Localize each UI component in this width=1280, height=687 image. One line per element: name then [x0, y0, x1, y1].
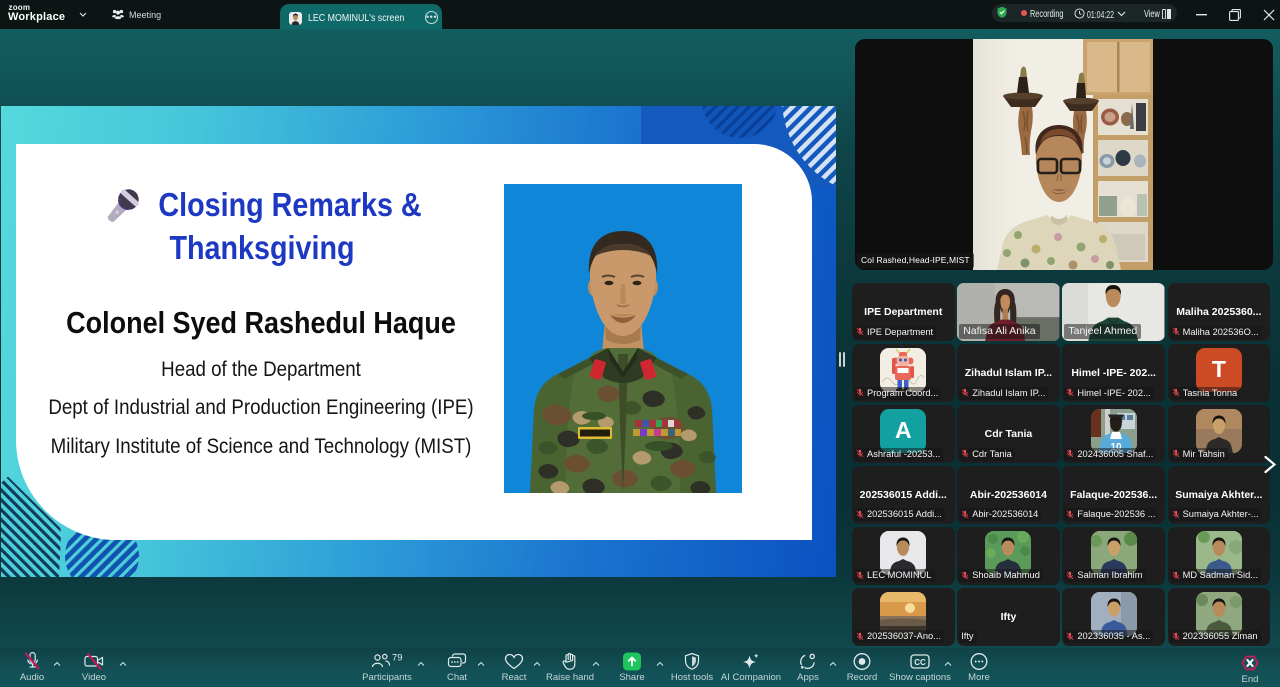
svg-text:CC: CC: [914, 658, 926, 667]
svg-text:79: 79: [392, 653, 403, 664]
